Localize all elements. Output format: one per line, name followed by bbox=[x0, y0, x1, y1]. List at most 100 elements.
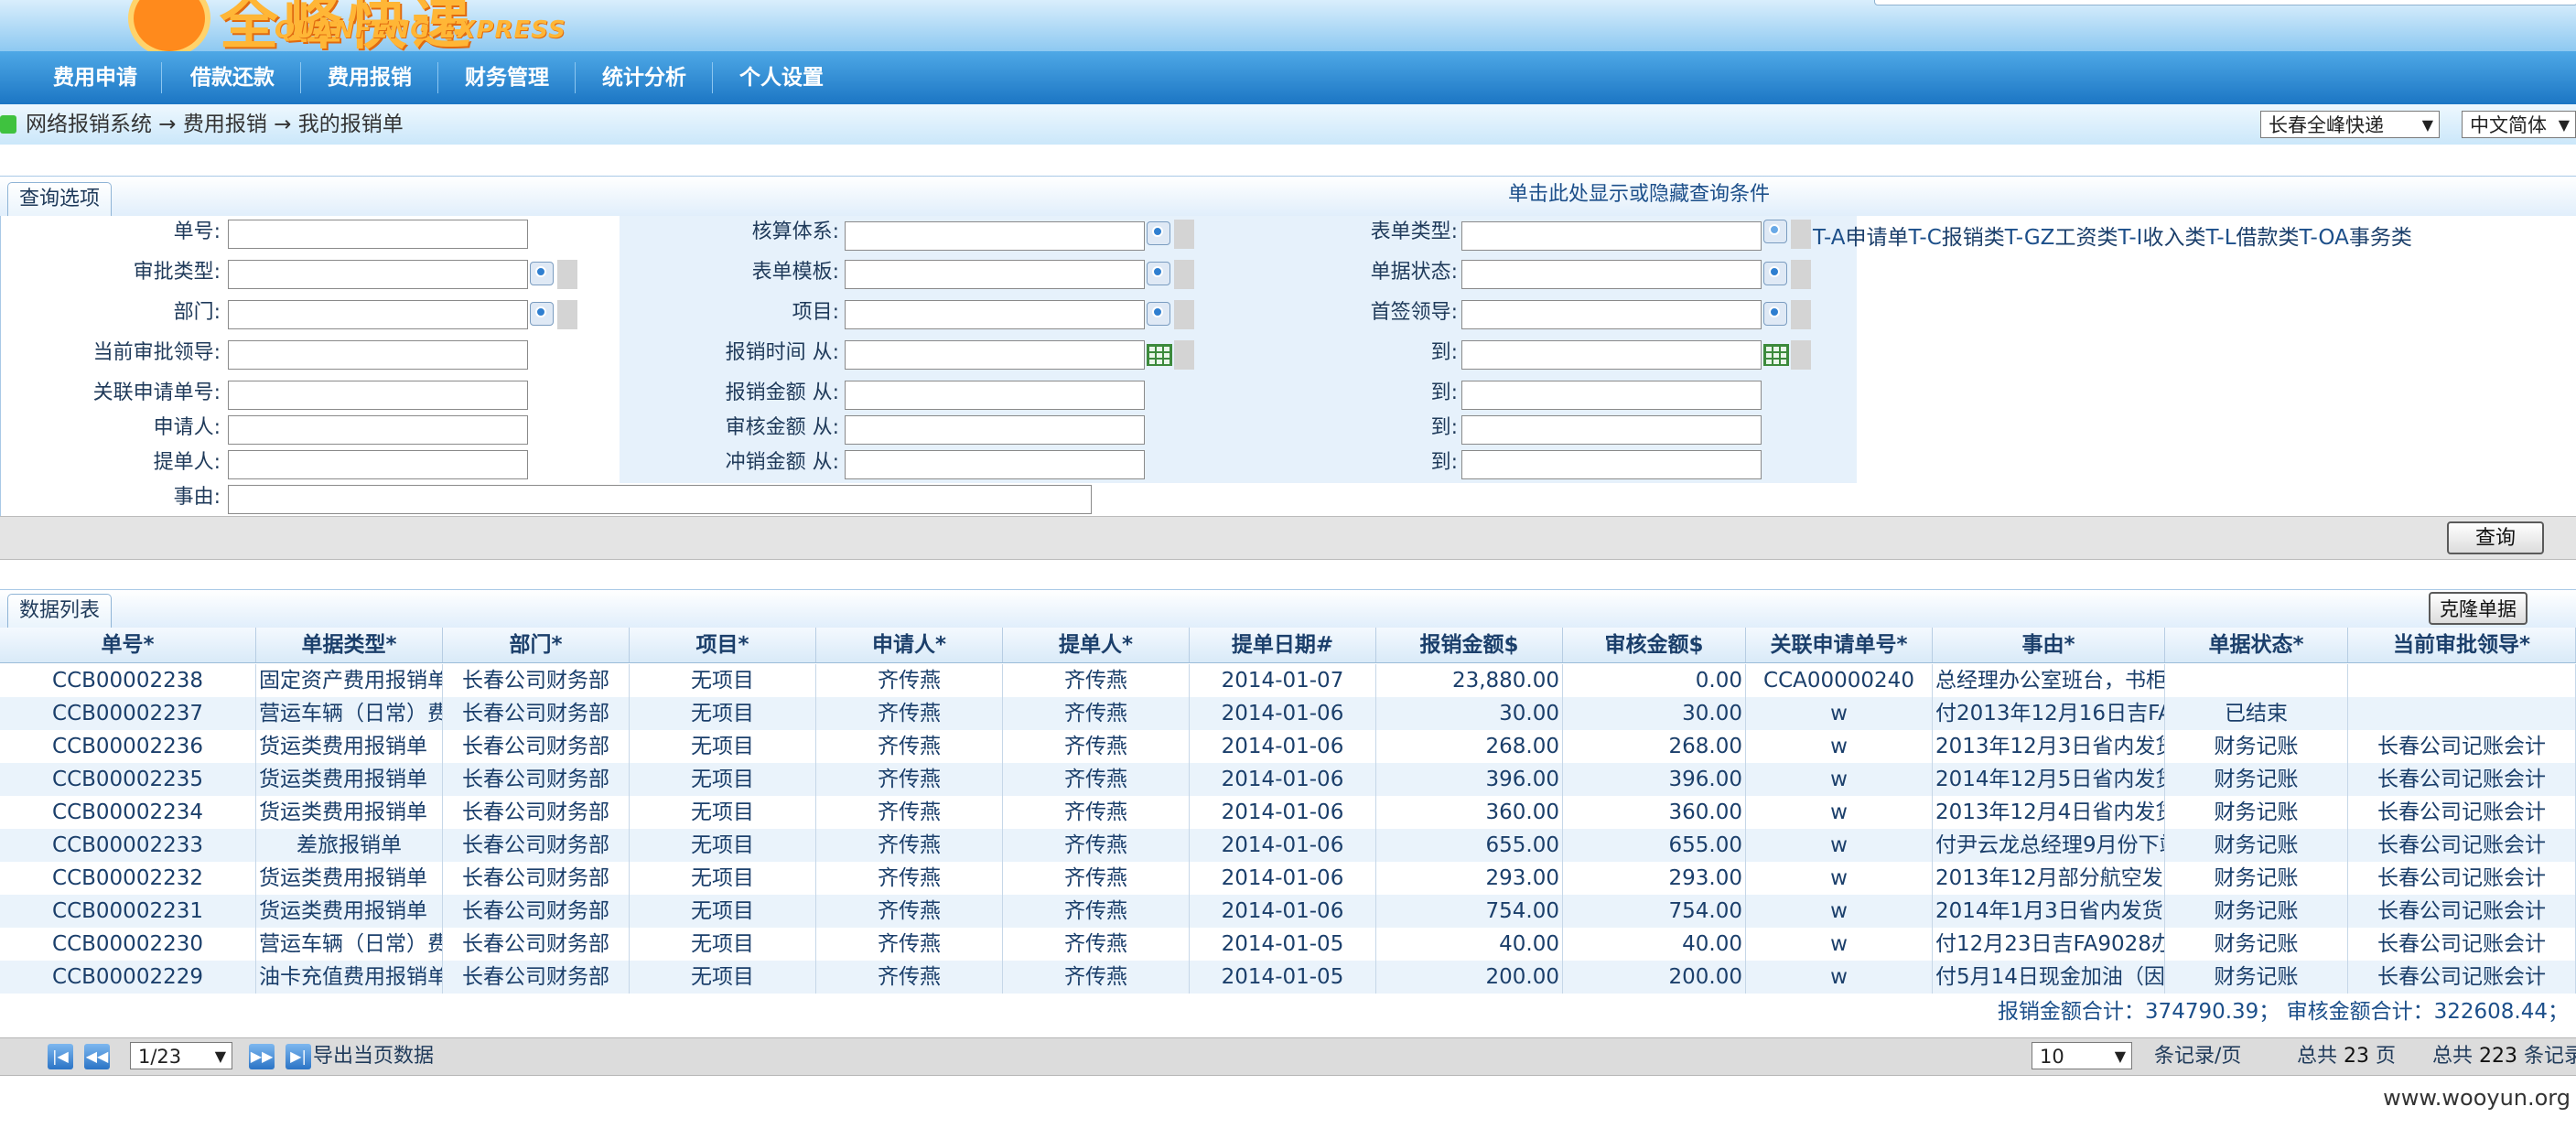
next-page-icon[interactable]: ▶▶ bbox=[249, 1044, 275, 1069]
label-approval-type: 审批类型: bbox=[133, 261, 221, 284]
column-header[interactable]: 提单人* bbox=[1003, 628, 1190, 662]
project-input[interactable] bbox=[845, 300, 1145, 329]
search-button[interactable]: 查询 bbox=[2447, 521, 2544, 554]
column-header[interactable]: 单据状态* bbox=[2165, 628, 2348, 662]
clear-icon[interactable] bbox=[1791, 220, 1811, 249]
table-row[interactable]: CCB00002238 固定资产费用报销单 长春公司财务部 无项目 齐传燕 齐传燕 2014… bbox=[0, 664, 2576, 699]
table-row[interactable]: CCB00002231 货运类费用报销单 长春公司财务部 无项目 齐传燕 齐传燕 2014-… bbox=[0, 895, 2576, 929]
department-input[interactable] bbox=[228, 300, 528, 329]
lookup-icon[interactable] bbox=[530, 262, 554, 285]
clear-icon[interactable] bbox=[1791, 260, 1811, 289]
prev-page-icon[interactable]: ◀◀ bbox=[84, 1044, 110, 1069]
cell-dept: 长春公司财务部 bbox=[443, 730, 630, 763]
calendar-icon[interactable] bbox=[1763, 344, 1789, 366]
table-row[interactable]: CCB00002234 货运类费用报销单 长春公司财务部 无项目 齐传燕 齐传燕 2014-… bbox=[0, 796, 2576, 831]
cell-audit: 360.00 bbox=[1563, 796, 1746, 829]
column-header[interactable]: 审核金额$ bbox=[1563, 628, 1746, 662]
language-select[interactable]: 中文简体 ▼ bbox=[2462, 111, 2576, 138]
label-first-signer: 首签领导: bbox=[1370, 301, 1458, 324]
calendar-icon[interactable] bbox=[1147, 344, 1172, 366]
reimb-time-to-input[interactable] bbox=[1461, 340, 1762, 370]
column-header[interactable]: 项目* bbox=[630, 628, 816, 662]
reimb-time-from-input[interactable] bbox=[845, 340, 1145, 370]
nav-item-personal[interactable]: 个人设置 bbox=[717, 51, 846, 104]
cell-no: CCB00002232 bbox=[0, 862, 256, 895]
doc-status-input[interactable] bbox=[1461, 260, 1762, 289]
page-size-select[interactable]: 10 ▼ bbox=[2032, 1042, 2132, 1069]
export-page-link[interactable]: 导出当页数据 bbox=[313, 1038, 434, 1075]
table-row[interactable]: CCB00002236 货运类费用报销单 长春公司财务部 无项目 齐传燕 齐传燕 2014-… bbox=[0, 730, 2576, 765]
audit-amount-from-input[interactable] bbox=[845, 415, 1145, 445]
offset-amount-to-input[interactable] bbox=[1461, 450, 1762, 479]
column-header[interactable]: 事由* bbox=[1933, 628, 2165, 662]
tab-query-options[interactable]: 查询选项 bbox=[7, 182, 113, 216]
order-no-input[interactable] bbox=[228, 220, 528, 249]
nav-item-loan-repay[interactable]: 借款还款 bbox=[168, 51, 296, 104]
clear-icon[interactable] bbox=[1174, 220, 1194, 249]
table-row[interactable]: CCB00002229 油卡充值费用报销单 长春公司财务部 无项目 齐传燕 齐传燕 2014… bbox=[0, 961, 2576, 995]
clear-icon[interactable] bbox=[1174, 340, 1194, 370]
lookup-icon[interactable] bbox=[530, 302, 554, 326]
tab-data-list[interactable]: 数据列表 bbox=[7, 594, 113, 628]
clear-icon[interactable] bbox=[1791, 340, 1811, 370]
first-page-icon[interactable]: |◀ bbox=[48, 1044, 73, 1069]
reimb-amount-from-input[interactable] bbox=[845, 381, 1145, 410]
lookup-icon[interactable] bbox=[1147, 221, 1170, 245]
first-signer-input[interactable] bbox=[1461, 300, 1762, 329]
cell-related: w bbox=[1746, 928, 1933, 961]
cell-status: 已结束 bbox=[2165, 697, 2348, 730]
cell-reason: 2013年12月4日省内发货费用详见附件 bbox=[1933, 796, 2165, 829]
cell-date: 2014-01-05 bbox=[1190, 928, 1376, 961]
lookup-icon[interactable] bbox=[1147, 262, 1170, 285]
form-type-input[interactable] bbox=[1461, 221, 1762, 251]
nav-item-expense-apply[interactable]: 费用申请 bbox=[31, 51, 159, 104]
nav-item-statistics[interactable]: 统计分析 bbox=[580, 51, 708, 104]
related-order-input[interactable] bbox=[228, 381, 528, 410]
applicant-input[interactable] bbox=[228, 415, 528, 445]
clear-icon[interactable] bbox=[1174, 300, 1194, 329]
company-select[interactable]: 长春全峰快递 ▼ bbox=[2260, 111, 2440, 138]
lookup-icon[interactable] bbox=[1763, 302, 1787, 326]
lookup-icon[interactable] bbox=[1763, 262, 1787, 285]
approval-type-input[interactable] bbox=[228, 260, 528, 289]
column-header[interactable]: 单号* bbox=[0, 628, 256, 662]
submitter-input[interactable] bbox=[228, 450, 528, 479]
last-page-icon[interactable]: ▶| bbox=[286, 1044, 311, 1069]
form-template-input[interactable] bbox=[845, 260, 1145, 289]
column-header[interactable]: 当前审批领导* bbox=[2348, 628, 2576, 662]
nav-item-finance[interactable]: 财务管理 bbox=[443, 51, 571, 104]
table-row[interactable]: CCB00002235 货运类费用报销单 长春公司财务部 无项目 齐传燕 齐传燕 2014-… bbox=[0, 763, 2576, 798]
table-row[interactable]: CCB00002230营运车辆（日常）费用报销单长春公司财务部无项目齐传燕齐传燕… bbox=[0, 928, 2576, 962]
column-header[interactable]: 关联申请单号* bbox=[1746, 628, 1933, 662]
cell-date: 2014-01-06 bbox=[1190, 697, 1376, 730]
lookup-icon[interactable] bbox=[1147, 302, 1170, 326]
dropdown-arrow-icon: ▼ bbox=[2558, 116, 2570, 134]
clear-icon[interactable] bbox=[557, 260, 577, 289]
reason-input[interactable] bbox=[228, 485, 1092, 514]
cell-audit: 0.00 bbox=[1563, 664, 1746, 697]
table-row[interactable]: CCB00002233 差旅报销单 长春公司财务部 无项目 齐传燕 齐传燕 2014-01-… bbox=[0, 829, 2576, 864]
table-row[interactable]: CCB00002237营运车辆（日常）费用报销单长春公司财务部无项目齐传燕齐传燕… bbox=[0, 697, 2576, 732]
toggle-query-conditions[interactable]: 单击此处显示或隐藏查询条件 bbox=[1508, 177, 1770, 213]
cell-reimb: 396.00 bbox=[1376, 763, 1563, 796]
reimb-amount-to-input[interactable] bbox=[1461, 381, 1762, 410]
clear-icon[interactable] bbox=[1791, 300, 1811, 329]
clear-icon[interactable] bbox=[557, 300, 577, 329]
clear-icon[interactable] bbox=[1174, 260, 1194, 289]
column-header[interactable]: 提单日期# bbox=[1190, 628, 1376, 662]
legend-code: T-C bbox=[1908, 226, 1942, 250]
accounting-system-input[interactable] bbox=[845, 221, 1145, 251]
column-header[interactable]: 单据类型* bbox=[256, 628, 443, 662]
table-row[interactable]: CCB00002232 货运类费用报销单 长春公司财务部 无项目 齐传燕 齐传燕 2014-… bbox=[0, 862, 2576, 897]
column-header[interactable]: 报销金额$ bbox=[1376, 628, 1563, 662]
dropdown-icon[interactable] bbox=[1763, 220, 1787, 243]
audit-amount-to-input[interactable] bbox=[1461, 415, 1762, 445]
column-header[interactable]: 部门* bbox=[443, 628, 630, 662]
nav-item-expense-reimb[interactable]: 费用报销 bbox=[306, 51, 434, 104]
page-select[interactable]: 1/23 ▼ bbox=[130, 1042, 232, 1069]
offset-amount-from-input[interactable] bbox=[845, 450, 1145, 479]
cell-audit: 293.00 bbox=[1563, 862, 1746, 895]
column-header[interactable]: 申请人* bbox=[816, 628, 1003, 662]
current-leader-input[interactable] bbox=[228, 340, 528, 370]
clone-button[interactable]: 克隆单据 bbox=[2429, 592, 2527, 625]
